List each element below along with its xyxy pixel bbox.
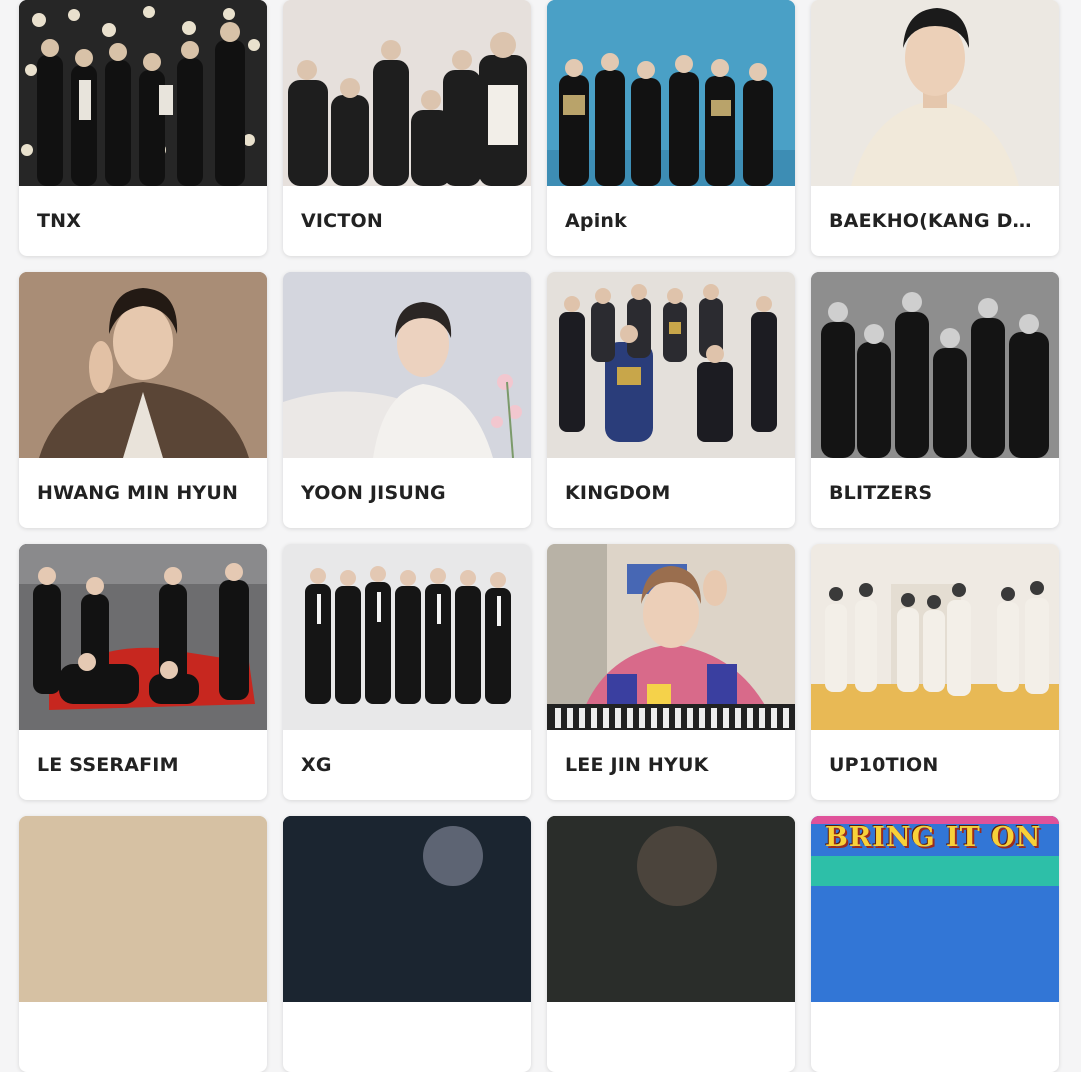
artist-photo[interactable]: [283, 816, 531, 1002]
artist-card-blitzers[interactable]: BLITZERS: [811, 272, 1059, 528]
artist-card-victon[interactable]: VICTON: [283, 0, 531, 256]
artist-photo[interactable]: [811, 272, 1059, 458]
artist-photo[interactable]: [811, 0, 1059, 186]
artist-name: [547, 1002, 795, 1072]
artist-card-apink[interactable]: Apink: [547, 0, 795, 256]
artist-photo[interactable]: [547, 272, 795, 458]
artist-card-le-sserafim[interactable]: LE SSERAFIM: [19, 544, 267, 800]
banner-text: BRING IT ON: [825, 822, 1042, 853]
artist-card-tnx[interactable]: TNX: [19, 0, 267, 256]
artist-card-xg[interactable]: XG: [283, 544, 531, 800]
artist-photo[interactable]: [547, 816, 795, 1002]
artist-name: BLITZERS: [829, 482, 933, 504]
artist-name: VICTON: [301, 210, 383, 232]
artist-name: [283, 1002, 531, 1072]
artist-name: KINGDOM: [565, 482, 671, 504]
artist-photo[interactable]: [283, 544, 531, 730]
artist-grid: TNX VICTON Apink BAEKHO(KANG DO HWANG MI…: [19, 0, 1059, 1072]
artist-card-hwang-min-hyun[interactable]: HWANG MIN HYUN: [19, 272, 267, 528]
artist-name: HWANG MIN HYUN: [37, 482, 239, 504]
artist-photo[interactable]: [547, 0, 795, 186]
artist-card[interactable]: [283, 816, 531, 1072]
artist-name: BAEKHO(KANG DONG HO): [829, 210, 1041, 232]
artist-card-lee-jin-hyuk[interactable]: LEE JIN HYUK: [547, 544, 795, 800]
artist-photo[interactable]: [811, 544, 1059, 730]
artist-name: LEE JIN HYUK: [565, 754, 709, 776]
artist-photo[interactable]: [547, 544, 795, 730]
artist-photo[interactable]: [19, 816, 267, 1002]
artist-card-yoon-jisung[interactable]: YOON JISUNG: [283, 272, 531, 528]
artist-name: TNX: [37, 210, 82, 232]
artist-card-kingdom[interactable]: KINGDOM: [547, 272, 795, 528]
artist-photo[interactable]: [19, 272, 267, 458]
artist-photo[interactable]: BRING IT ON: [811, 816, 1059, 1002]
artist-name: Apink: [565, 210, 627, 232]
artist-photo[interactable]: [19, 0, 267, 186]
artist-photo[interactable]: [19, 544, 267, 730]
artist-name: UP10TION: [829, 754, 939, 776]
artist-card-baekho[interactable]: BAEKHO(KANG DONG HO): [811, 0, 1059, 256]
artist-name: XG: [301, 754, 332, 776]
artist-card-up10tion[interactable]: UP10TION: [811, 544, 1059, 800]
artist-name: [19, 1002, 267, 1072]
artist-name: LE SSERAFIM: [37, 754, 179, 776]
artist-card[interactable]: [547, 816, 795, 1072]
artist-card[interactable]: [19, 816, 267, 1072]
artist-name: [811, 1002, 1059, 1072]
artist-name: YOON JISUNG: [301, 482, 446, 504]
artist-photo[interactable]: [283, 0, 531, 186]
artist-card[interactable]: BRING IT ON: [811, 816, 1059, 1072]
artist-photo[interactable]: [283, 272, 531, 458]
